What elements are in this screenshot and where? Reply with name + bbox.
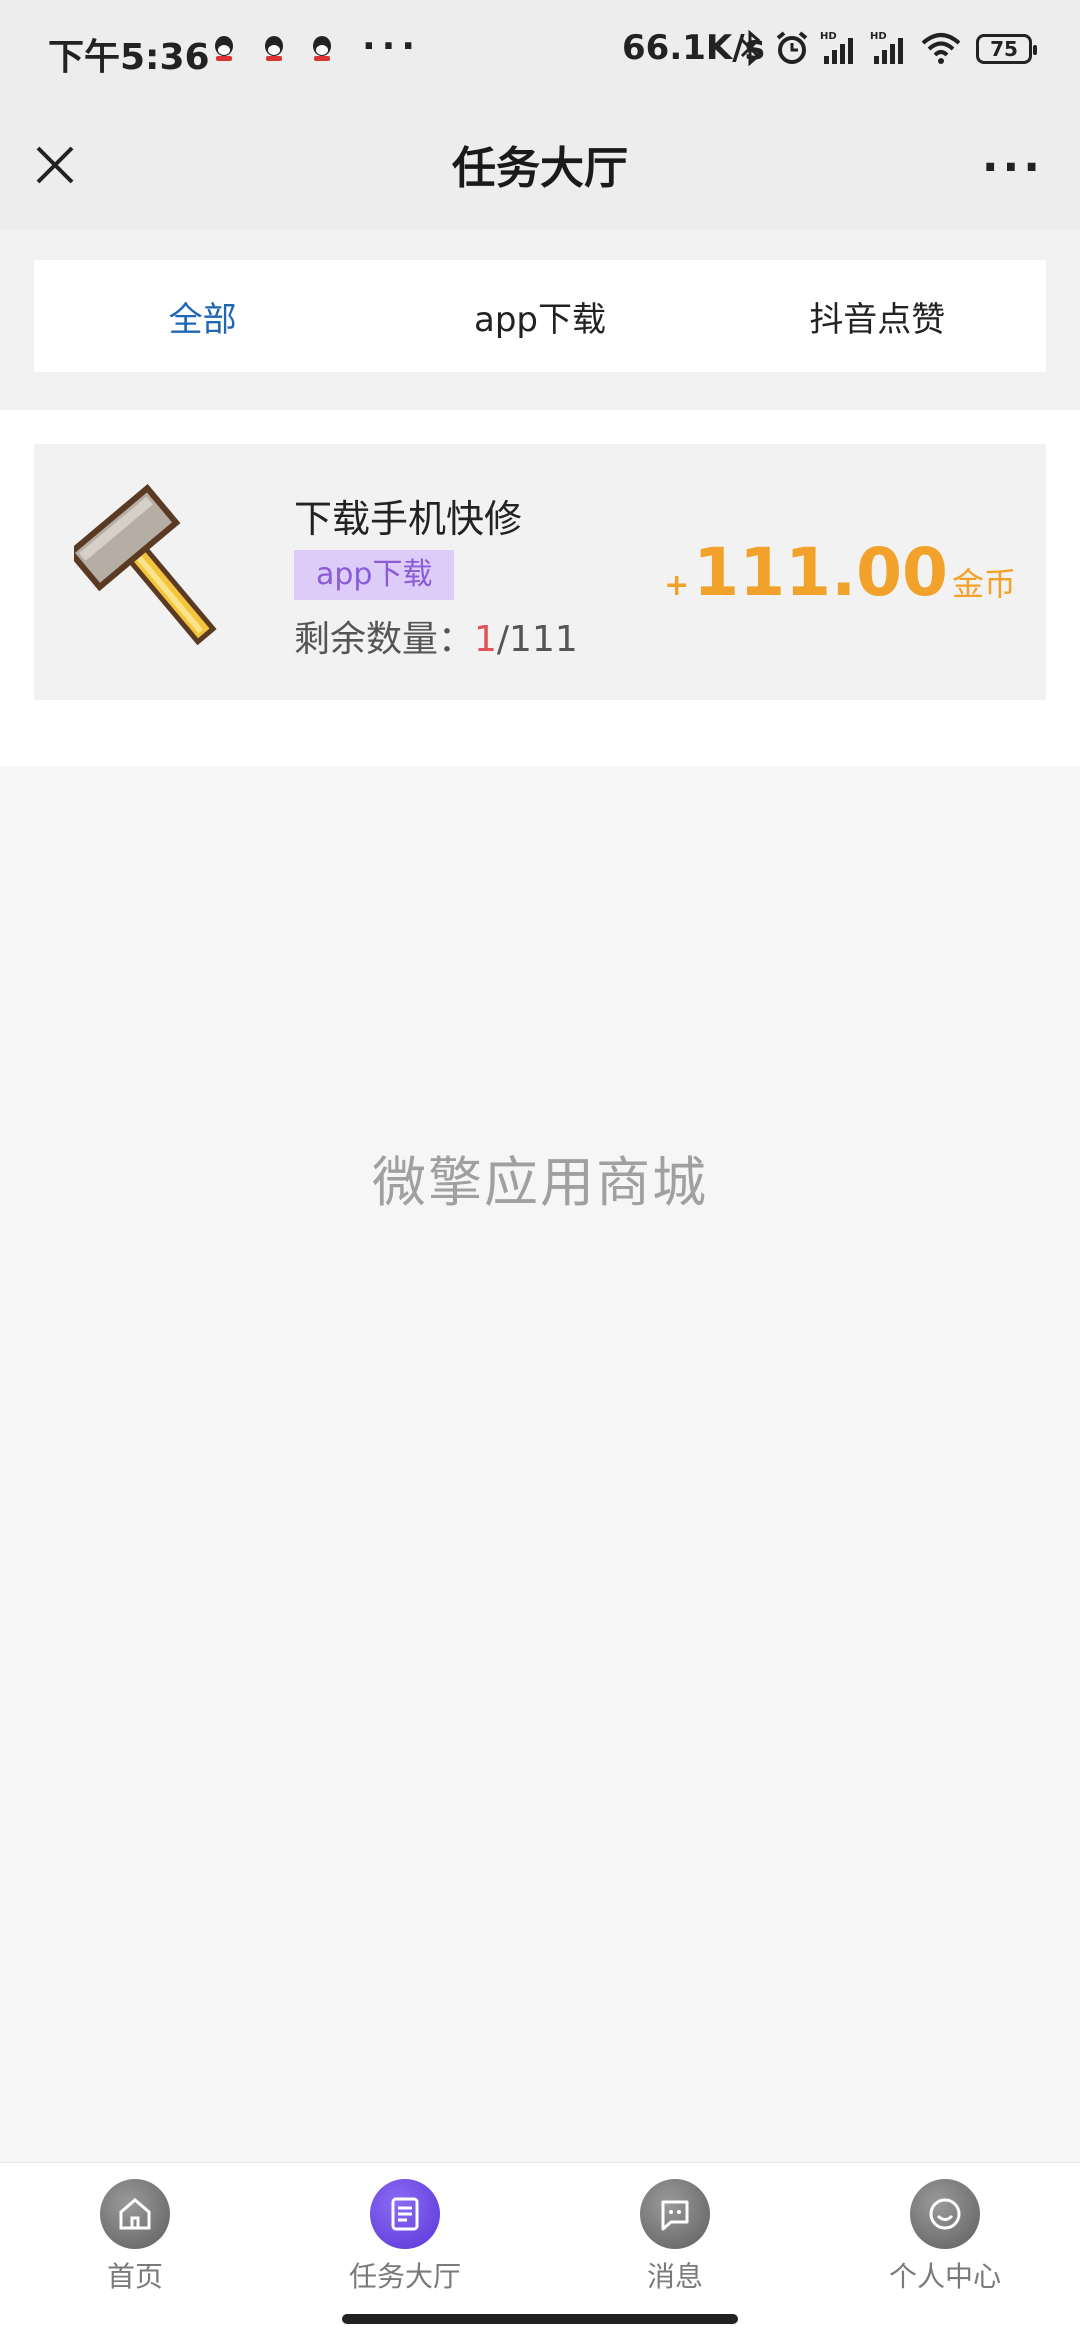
nav-profile[interactable]: 个人中心 (810, 2163, 1080, 2301)
task-tag: app下载 (294, 550, 455, 600)
tab-all[interactable]: 全部 (34, 260, 371, 372)
tab-douyin-like[interactable]: 抖音点赞 (709, 260, 1046, 372)
nav-task-hall[interactable]: 任务大厅 (270, 2163, 540, 2301)
page-title: 任务大厅 (452, 143, 628, 194)
message-icon (640, 2179, 710, 2249)
home-icon (100, 2179, 170, 2249)
task-list: 下载手机快修 app下载 剩余数量：1/111 + 111.00 金币 (0, 410, 1080, 766)
wifi-icon (921, 33, 961, 64)
qq-icon (265, 36, 283, 61)
qq-icon (313, 36, 331, 61)
signal-hd-icon: HD (820, 31, 853, 64)
profile-icon (910, 2179, 980, 2249)
home-indicator-area (0, 2300, 1080, 2340)
remain-label: 剩余数量： (294, 619, 475, 660)
nav-task-hall-label: 任务大厅 (348, 2260, 461, 2293)
status-bar: 下午5:36 ··· 66.1K/s HD HD 75 (0, 0, 1080, 100)
svg-text:HD: HD (870, 31, 887, 42)
signal-hd-icon: HD (870, 31, 903, 64)
nav-home[interactable]: 首页 (0, 2163, 270, 2301)
task-remain: 剩余数量：1/111 (294, 610, 578, 662)
home-indicator[interactable] (342, 2314, 738, 2324)
nav-messages-label: 消息 (646, 2260, 703, 2293)
nav-profile-label: 个人中心 (888, 2260, 1001, 2293)
category-tabs-area: 全部 app下载 抖音点赞 (0, 230, 1080, 410)
remain-current: 1 (474, 619, 497, 660)
nav-bar: 任务大厅 ··· (0, 100, 1080, 230)
status-more: ··· (362, 26, 422, 67)
tab-app-download[interactable]: app下载 (371, 260, 708, 372)
category-tabs: 全部 app下载 抖音点赞 (34, 260, 1046, 372)
nav-messages[interactable]: 消息 (540, 2163, 810, 2301)
reward-unit: 金币 (951, 565, 1016, 603)
watermark-text: 微擎应用商城 (372, 1151, 708, 1214)
bluetooth-icon (740, 30, 761, 66)
bottom-nav: 首页 任务大厅 消息 个人中心 (0, 2162, 1080, 2301)
reward-plus: + (664, 568, 690, 603)
task-reward: + 111.00 金币 (664, 534, 1016, 611)
task-name: 下载手机快修 (294, 497, 523, 541)
nav-home-label: 首页 (106, 2260, 163, 2293)
status-time: 下午5:36 (48, 37, 210, 78)
remain-total: /111 (496, 619, 578, 660)
task-card[interactable]: 下载手机快修 app下载 剩余数量：1/111 + 111.00 金币 (34, 444, 1046, 700)
task-icon (370, 2179, 440, 2249)
hammer-icon (74, 484, 217, 646)
alarm-icon (776, 31, 808, 64)
more-menu-button[interactable]: ··· (982, 142, 1044, 193)
svg-text:HD: HD (820, 31, 837, 42)
reward-amount: 111.00 (693, 534, 948, 611)
qq-icon (215, 36, 233, 61)
status-icons: HD HD (738, 30, 962, 66)
battery-icon: 75 (976, 34, 1037, 64)
